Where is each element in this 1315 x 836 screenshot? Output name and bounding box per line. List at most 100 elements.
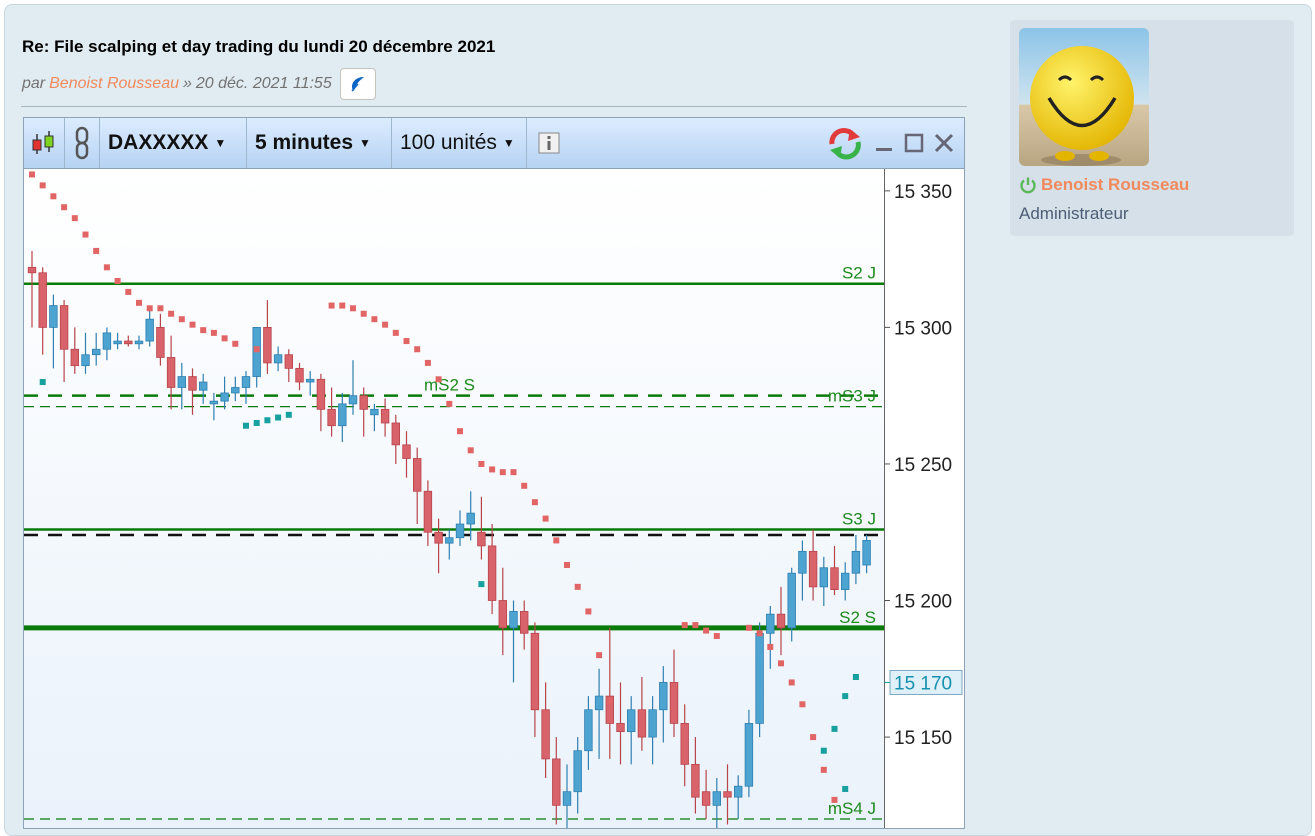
sar-point xyxy=(157,305,164,312)
instrument-dropdown[interactable]: DAXXXXX ▼ xyxy=(100,118,247,168)
sar-point xyxy=(842,693,849,700)
candle-body xyxy=(134,340,144,345)
sar-point xyxy=(478,581,485,588)
sar-point xyxy=(788,679,795,686)
candle-body xyxy=(338,403,347,427)
minimize-icon[interactable] xyxy=(874,133,894,153)
sar-point xyxy=(29,171,35,178)
sar-point xyxy=(831,796,838,803)
sar-point xyxy=(585,608,592,615)
post-profile: Benoist Rousseau Administrateur xyxy=(1010,20,1294,236)
sar-point xyxy=(756,630,763,637)
candle-body xyxy=(177,376,186,388)
close-icon[interactable] xyxy=(934,133,954,153)
sar-point xyxy=(200,327,207,334)
candle-body xyxy=(156,327,165,358)
maximize-icon[interactable] xyxy=(904,133,924,153)
candle-body xyxy=(637,709,647,738)
sar-point xyxy=(542,515,549,522)
sar-point xyxy=(553,537,560,544)
sar-point xyxy=(253,346,260,353)
candle-body xyxy=(680,723,689,765)
post-divider xyxy=(21,106,967,107)
sar-point xyxy=(264,417,271,424)
candle-body xyxy=(198,381,208,391)
candle-body xyxy=(391,422,400,446)
price-chart[interactable]: S2 JmS2 SmS3 JS3 JS2 SmS4 J 15 35015 300… xyxy=(24,169,964,829)
sar-point xyxy=(692,622,699,629)
post-title[interactable]: Re: File scalping et day trading du lund… xyxy=(22,37,495,57)
candle-body xyxy=(188,376,197,391)
candle-body xyxy=(584,709,593,752)
candle-body xyxy=(627,709,636,733)
sar-point xyxy=(178,316,185,323)
sar-point xyxy=(39,379,46,386)
candle-body xyxy=(327,408,336,427)
sar-point xyxy=(168,310,175,317)
sar-point xyxy=(221,335,228,342)
link-button[interactable] xyxy=(65,118,100,168)
pivot-level-label: mS3 J xyxy=(828,387,876,406)
candle-body xyxy=(509,611,518,629)
candle-body xyxy=(92,348,101,356)
sar-point xyxy=(820,766,827,773)
candlestick-icon xyxy=(32,131,54,154)
pivot-level-label: S2 J xyxy=(842,264,876,283)
candle-body xyxy=(477,531,486,547)
candle-body xyxy=(648,709,657,738)
chevron-down-icon: ▼ xyxy=(214,136,227,150)
post-date: 20 déc. 2021 11:55 xyxy=(195,75,332,92)
current-price-label: 15 170 xyxy=(894,673,952,694)
sar-point xyxy=(82,231,89,238)
candle-body xyxy=(841,572,850,590)
chart-window: DAXXXXX ▼ 5 minutes ▼ 100 unités ▼ S2 J … xyxy=(23,117,965,829)
candle-body xyxy=(455,523,465,539)
sar-point xyxy=(778,660,784,667)
sar-point xyxy=(360,310,367,317)
mark-unread-button[interactable] xyxy=(339,68,376,100)
candle-body xyxy=(659,682,668,711)
sar-point xyxy=(713,633,720,640)
sar-point xyxy=(820,747,827,754)
candle-body xyxy=(145,318,154,342)
sar-point xyxy=(799,701,806,708)
candle-body xyxy=(701,791,711,806)
price-tick-label: 15 350 xyxy=(894,182,952,203)
profile-username[interactable]: Benoist Rousseau xyxy=(1019,175,1189,195)
interval-dropdown[interactable]: 5 minutes ▼ xyxy=(247,118,392,168)
sar-point xyxy=(499,469,506,476)
price-tick-label: 15 250 xyxy=(894,455,952,476)
info-button[interactable] xyxy=(527,132,571,154)
meta-separator: » xyxy=(182,75,192,92)
sar-point xyxy=(93,247,100,254)
by-label: par xyxy=(22,75,46,92)
author-link[interactable]: Benoist Rousseau xyxy=(49,75,179,93)
candle-body xyxy=(49,305,58,328)
sar-point xyxy=(831,725,838,732)
candle-body xyxy=(798,550,807,574)
price-tick-label: 15 200 xyxy=(894,592,952,613)
sar-point xyxy=(146,305,153,312)
sar-point xyxy=(681,622,688,629)
units-dropdown[interactable]: 100 unités ▼ xyxy=(392,118,527,168)
sar-point xyxy=(703,627,710,634)
chart-type-button[interactable] xyxy=(24,118,65,168)
candle-body xyxy=(423,490,433,533)
price-tick-label: 15 300 xyxy=(894,318,952,339)
online-status-icon xyxy=(1020,177,1036,194)
interval-label: 5 minutes xyxy=(255,131,354,154)
sar-point xyxy=(596,652,603,659)
candle-body xyxy=(466,512,475,525)
refresh-icon[interactable] xyxy=(826,126,864,160)
sar-point xyxy=(253,419,260,426)
candle-body xyxy=(734,785,743,798)
candle-body xyxy=(59,305,69,350)
avatar[interactable] xyxy=(1019,28,1149,166)
profile-rank: Administrateur xyxy=(1019,204,1129,223)
candle-body xyxy=(851,550,861,574)
candle-body xyxy=(541,709,550,760)
sar-point xyxy=(531,499,538,506)
pivot-level-label: mS2 S xyxy=(424,376,475,395)
username-label: Benoist Rousseau xyxy=(1041,175,1190,194)
sar-point xyxy=(842,785,849,792)
